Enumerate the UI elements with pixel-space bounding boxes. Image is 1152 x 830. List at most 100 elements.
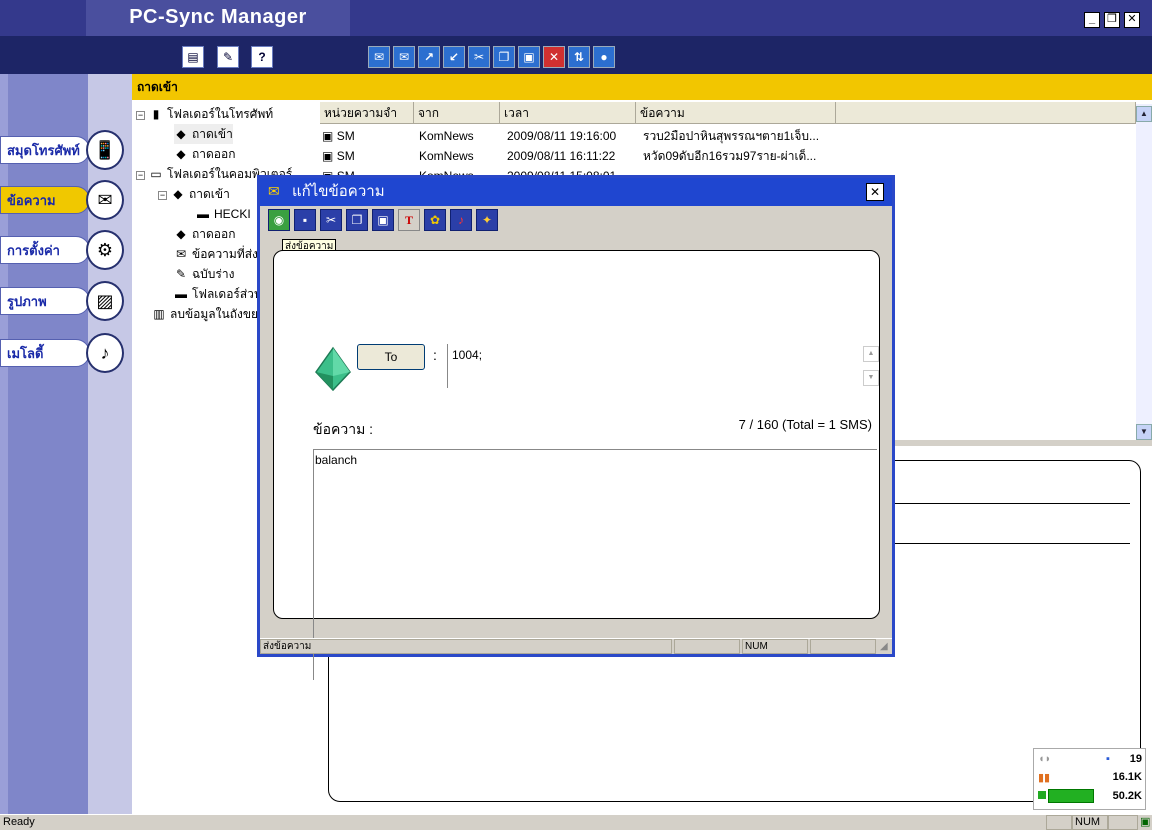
tree-phone-inbox[interactable]: ◆ ถาดเข้า	[174, 124, 233, 144]
sidebar-item-pictures[interactable]: รูปภาพ ▨	[0, 281, 124, 321]
recipient-input[interactable]: 1004;	[447, 344, 878, 388]
globe-icon[interactable]: ●	[593, 46, 615, 68]
scroll-down-icon[interactable]: ▼	[1136, 424, 1152, 440]
status-bar: Ready	[0, 814, 1152, 830]
draft-icon: ✎	[175, 267, 187, 281]
sidebar-item-label: การตั้งค่า	[0, 236, 90, 264]
sidebar-item-phonebook[interactable]: สมุดโทรศัพท์ 📱	[0, 130, 124, 170]
column-header-message[interactable]: ข้อความ	[636, 102, 836, 124]
to-button[interactable]: To	[357, 344, 425, 370]
meter-value-2: 16.1K	[1112, 771, 1142, 783]
table-row[interactable]: ▣ SM KomNews 2009/08/11 16:11:22 หวัด09ด…	[322, 146, 816, 166]
status-num: NUM	[1072, 815, 1108, 830]
page-title: ถาดเข้า	[132, 74, 1152, 100]
cut-icon[interactable]: ✂	[320, 209, 342, 231]
table-row[interactable]: ▣ SM KomNews 2009/08/11 19:16:00 รวบ2มือ…	[322, 126, 819, 146]
column-header-filler	[836, 102, 1136, 124]
phone-icon: ▮	[152, 107, 160, 121]
edit-message-dialog: แก้ไขข้อความ ✉ ✕ ◉ ▪ ✂ ❐ ▣ T ✿ ♪ ✦ ส่งข้…	[257, 175, 895, 680]
sim-icon: ▣	[322, 129, 334, 143]
column-header-memory[interactable]: หน่วยความจำ	[320, 102, 414, 124]
meter-value-3: 50.2K	[1112, 790, 1142, 802]
sidebar-item-label: สมุดโทรศัพท์	[0, 136, 90, 164]
image-icon[interactable]: ✿	[424, 209, 446, 231]
resource-meter: ◖◗ ▪ 19 ▮▮ 16.1K 50.2K	[1033, 748, 1146, 810]
compose-panel: To : 1004; ▲ ▼ ข้อความ : 7 / 160 (Total …	[273, 250, 880, 680]
meter-bar	[1048, 789, 1094, 803]
paste-icon[interactable]: ▣	[518, 46, 540, 68]
melody-icon: ♪	[86, 333, 124, 373]
delete-icon[interactable]: ✕	[543, 46, 565, 68]
tree-phone-folder[interactable]: − ▮ โฟลเดอร์ในโทรศัพท์	[136, 104, 273, 124]
dialog-status-cell	[674, 639, 740, 654]
folder-icon: ▬	[197, 207, 209, 221]
dialog-close-button[interactable]: ✕	[866, 183, 884, 201]
help-icon[interactable]: ?	[251, 46, 273, 68]
folder-icon: ▬	[175, 287, 187, 301]
edit-icon[interactable]: ✎	[217, 46, 239, 68]
disk-icon	[1038, 791, 1046, 799]
list-scrollbar[interactable]	[1136, 104, 1152, 440]
tree-trash[interactable]: ▥ ลบข้อมูลในถังขยะ	[152, 304, 264, 324]
tree-pc-inbox-sub[interactable]: ▬ HECKI	[196, 204, 251, 224]
melody-icon[interactable]: ♪	[450, 209, 472, 231]
resize-grip-icon[interactable]: ◢	[880, 641, 888, 652]
sidebar-item-label: เมโลดี้	[0, 339, 90, 367]
send-icon[interactable]: ◉	[268, 209, 290, 231]
document-icon[interactable]: ▤	[182, 46, 204, 68]
sidebar-item-settings[interactable]: การตั้งค่า ⚙	[0, 230, 124, 270]
tree-pc-sent[interactable]: ✉ ข้อความที่ส่ง	[174, 244, 258, 264]
inbox-icon: ◆	[176, 127, 186, 141]
divider	[868, 543, 1130, 544]
column-header-from[interactable]: จาก	[414, 102, 500, 124]
message-label: ข้อความ :	[313, 421, 374, 437]
copy-icon[interactable]: ❐	[346, 209, 368, 231]
sidebar-item-messages[interactable]: ข้อความ ✉	[0, 180, 124, 220]
memory-icon: ▮▮	[1038, 772, 1051, 784]
tree-phone-outbox[interactable]: ◆ ถาดออก	[174, 144, 235, 164]
send-icon[interactable]: ↗	[418, 46, 440, 68]
sim-icon: ▣	[322, 149, 334, 163]
dialog-title: แก้ไขข้อความ	[260, 178, 892, 206]
status-cell	[1108, 815, 1138, 830]
recipient-scrollbar[interactable]: ▲ ▼	[863, 346, 879, 386]
open-icon[interactable]: ✉	[393, 46, 415, 68]
text-icon[interactable]: T	[398, 209, 420, 231]
envelope-icon	[315, 346, 351, 392]
scroll-up-icon[interactable]: ▲	[1136, 106, 1152, 122]
new-message-icon[interactable]: ✉	[368, 46, 390, 68]
phonebook-icon: 📱	[86, 130, 124, 170]
sidebar-item-label: ข้อความ	[0, 186, 90, 214]
picture-icon: ▨	[86, 281, 124, 321]
dialog-status-text: ส่งข้อความ	[260, 639, 672, 654]
copy-icon[interactable]: ❐	[493, 46, 515, 68]
tree-pc-inbox[interactable]: − ◆ ถาดเข้า	[158, 184, 230, 204]
character-counter: 7 / 160 (Total = 1 SMS)	[738, 417, 872, 432]
app-title: PC-Sync Manager	[86, 0, 350, 36]
receive-icon[interactable]: ↙	[443, 46, 465, 68]
sync-icon[interactable]: ⇅	[568, 46, 590, 68]
restore-button[interactable]: ❐	[1104, 12, 1120, 28]
inbox-icon: ◆	[173, 187, 183, 201]
tree-pc-drafts[interactable]: ✎ ฉบับร่าง	[174, 264, 234, 284]
animation-icon[interactable]: ✦	[476, 209, 498, 231]
sidebar-item-melody[interactable]: เมโลดี้ ♪	[0, 333, 124, 373]
meter-value-1: 19	[1129, 753, 1142, 765]
status-cell	[1046, 815, 1072, 830]
paste-icon[interactable]: ▣	[372, 209, 394, 231]
dialog-status-cell	[810, 639, 876, 654]
dialog-status-num: NUM	[742, 639, 808, 654]
cut-icon[interactable]: ✂	[468, 46, 490, 68]
network-icon: ◖◗	[1038, 753, 1052, 765]
tray-icon[interactable]: ▣	[1140, 815, 1150, 828]
outbox-icon: ◆	[176, 227, 186, 241]
message-icon: ✉	[86, 180, 124, 220]
tree-pc-outbox[interactable]: ◆ ถาดออก	[174, 224, 235, 244]
minimize-button[interactable]: _	[1084, 12, 1100, 28]
to-colon: :	[433, 347, 437, 363]
cpu-icon: ▪	[1106, 753, 1110, 765]
close-button[interactable]: ✕	[1124, 12, 1140, 28]
dialog-app-icon: ✉	[268, 183, 280, 199]
save-icon[interactable]: ▪	[294, 209, 316, 231]
column-header-time[interactable]: เวลา	[500, 102, 636, 124]
